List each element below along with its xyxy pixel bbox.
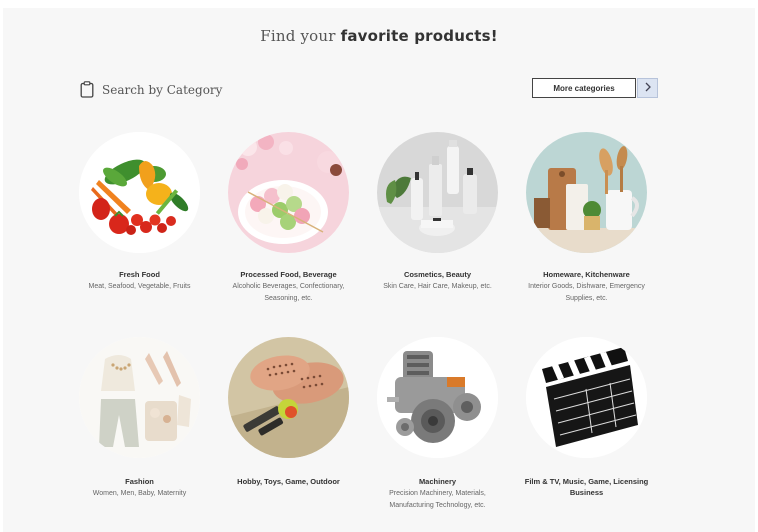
page-title-emphasis: favorite products! [340,27,498,45]
category-name: Cosmetics, Beauty [403,270,472,279]
category-subtitle: Meat, Seafood, Vegetable, Fruits [88,283,191,290]
film-image [526,337,647,458]
more-categories-button[interactable]: More categories [532,78,636,98]
category-card-film[interactable]: Film & TV, Music, Game, Licensing Busine… [512,337,661,517]
category-name: Machinery [418,477,457,486]
cosmetics-image [377,132,498,253]
category-name: Film & TV, Music, Game, Licensing Busine… [524,477,649,497]
more-categories-label: More categories [553,83,615,93]
category-card-hobby[interactable]: Hobby, Toys, Game, Outdoor [214,337,363,517]
category-subtitle: Women, Men, Baby, Maternity [92,490,187,497]
category-card-machinery[interactable]: Machinery Precision Machinery, Materials… [363,337,512,517]
chevron-right-icon [644,79,652,97]
category-card-cosmetics[interactable]: Cosmetics, Beauty Skin Care, Hair Care, … [363,132,512,337]
machinery-image [377,337,498,458]
category-name: Hobby, Toys, Game, Outdoor [237,477,340,486]
category-card-fresh-food[interactable]: Fresh Food Meat, Seafood, Vegetable, Fru… [65,132,214,337]
category-card-fashion[interactable]: Fashion Women, Men, Baby, Maternity [65,337,214,517]
fashion-image [79,337,200,458]
category-subtitle: Skin Care, Hair Care, Makeup, etc. [383,283,492,290]
page-title-prefix: Find your [260,27,341,45]
page-title: Find your favorite products! [3,27,755,45]
category-card-homeware[interactable]: Homeware, Kitchenware Interior Goods, Di… [512,132,661,337]
category-card-processed-food[interactable]: Processed Food, Beverage Alcoholic Bever… [214,132,363,337]
hobby-image [228,337,349,458]
category-subtitle: Interior Goods, Dishware, Emergency Supp… [528,283,645,302]
processed-food-image [228,132,349,253]
category-name: Fresh Food [119,270,160,279]
category-name: Processed Food, Beverage [240,270,337,279]
category-subtitle: Precision Machinery, Materials, Manufact… [389,490,486,509]
category-name: Fashion [125,477,154,486]
category-name: Homeware, Kitchenware [543,270,630,279]
fresh-food-image [79,132,200,253]
page-frame: Find your favorite products! Search by C… [3,8,755,532]
homeware-image [526,132,647,253]
section-header: Search by Category [80,81,222,98]
category-subtitle: Alcoholic Beverages, Confectionary, Seas… [232,283,345,302]
section-title: Search by Category [102,82,223,97]
more-categories-arrow-button[interactable] [637,78,658,98]
category-grid: Fresh Food Meat, Seafood, Vegetable, Fru… [65,132,661,517]
clipboard-icon [80,81,94,98]
